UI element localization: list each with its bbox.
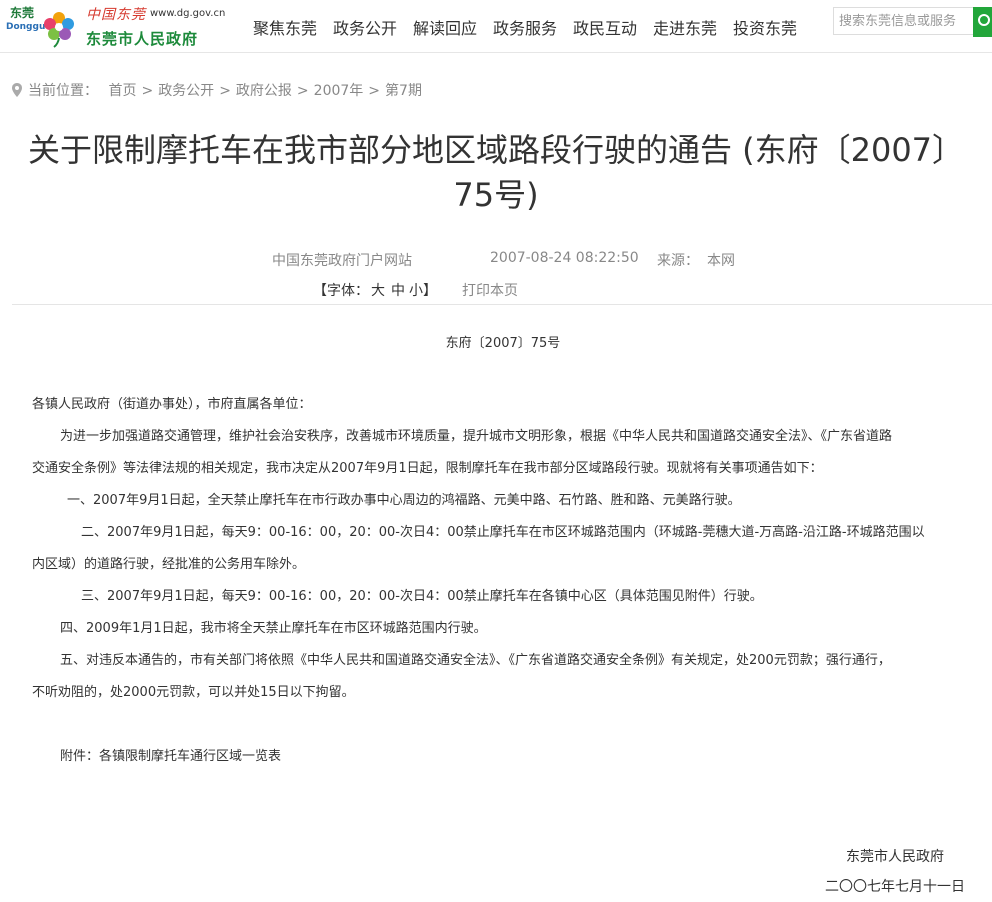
page-title: 关于限制摩托车在我市部分地区域路段行驶的通告 (东府〔2007〕 75号) — [20, 128, 972, 218]
intro-line-2: 交通安全条例》等法律法规的相关规定，我市决定从2007年9月1日起，限制摩托车在… — [32, 461, 823, 476]
site-logo[interactable]: 东莞 Dongguan 中国东莞 www.dg.gov.cn 东莞市人民政府 — [0, 2, 226, 50]
breadcrumb-prefix: 当前位置： — [28, 83, 98, 99]
location-pin-icon — [12, 83, 22, 97]
breadcrumb-separator: > — [296, 83, 309, 99]
article-origin-label: 来源： — [657, 253, 699, 269]
salutation: 各镇人民政府（街道办事处），市府直属各单位： — [32, 397, 312, 412]
breadcrumb-gov-affairs[interactable]: 政务公开 — [158, 80, 214, 100]
breadcrumb: 当前位置： 首页 > 政务公开 > 政府公报 >2007年 > 第7期 — [12, 80, 422, 100]
item-1: 一、2007年9月1日起，全天禁止摩托车在市行政办事中心周边的鸿福路、元美中路、… — [67, 493, 741, 508]
logo-dongguan-cn: 东莞 — [10, 6, 35, 20]
breadcrumb-separator: > — [141, 83, 154, 99]
font-size-label: 【字体： — [313, 283, 369, 299]
signature-org: 东莞市人民政府 — [846, 849, 944, 865]
font-small-button[interactable]: 小 — [409, 280, 423, 300]
item-3: 三、2007年9月1日起，每天9：00-16：00，20：00-次日4：00禁止… — [81, 589, 763, 604]
print-button[interactable]: 打印本页 — [462, 280, 518, 300]
breadcrumb-gazette[interactable]: 政府公报 — [236, 80, 292, 100]
item-4: 四、2009年1月1日起，我市将全天禁止摩托车在市区环城路范围内行驶。 — [60, 621, 487, 636]
document-number: 东府〔2007〕75号 — [445, 336, 561, 351]
signature-date: 二〇〇七年七月十一日 — [825, 879, 965, 895]
attachment-note: 附件：各镇限制摩托车通行区域一览表 — [60, 749, 282, 764]
item-2-line-1: 二、2007年9月1日起，每天9：00-16：00，20：00-次日4：00禁止… — [81, 525, 925, 540]
search-button[interactable] — [973, 7, 992, 37]
article-date: 2007-08-24 08:22:50 — [490, 250, 639, 266]
font-large-button[interactable]: 大 — [371, 280, 385, 300]
item-5-line-2: 不听劝阻的，处2000元罚款，可以并处15日以下拘留。 — [32, 685, 355, 700]
item-5-line-1: 五、对违反本通告的，市有关部门将依照《中华人民共和国道路交通安全法》、《广东省道… — [60, 653, 891, 668]
article-source: 中国东莞政府门户网站 — [272, 253, 412, 269]
flower-logo-icon — [44, 12, 74, 48]
breadcrumb-separator: > — [368, 83, 381, 99]
breadcrumb-year[interactable]: 2007年 — [314, 80, 364, 100]
article-origin: 本网 — [707, 253, 735, 269]
nav-item-invest[interactable]: 投资东莞 — [733, 15, 797, 39]
search-input[interactable] — [833, 7, 973, 35]
font-medium-button[interactable]: 中 — [391, 280, 405, 300]
nav-item-interpretation[interactable]: 解读回应 — [413, 15, 477, 39]
logo-gov-name: 东莞市人民政府 — [86, 30, 199, 48]
nav-item-gov-affairs[interactable]: 政务公开 — [333, 15, 397, 39]
title-line-1: 关于限制摩托车在我市部分地区域路段行驶的通告 (东府〔2007〕 — [27, 131, 965, 169]
font-size-close: 】 — [423, 283, 437, 299]
logo-china-dongguan: 中国东莞 — [86, 7, 146, 23]
breadcrumb-separator: > — [219, 83, 231, 99]
item-2-line-2: 内区域）的道路行驶，经批准的公务用车除外。 — [32, 557, 306, 572]
title-line-2: 75号) — [453, 176, 539, 214]
nav-item-about[interactable]: 走进东莞 — [653, 15, 717, 39]
search-box — [833, 7, 992, 37]
logo-url: www.dg.gov.cn — [150, 8, 226, 19]
nav-item-interaction[interactable]: 政民互动 — [573, 15, 637, 39]
content-divider — [12, 304, 992, 305]
breadcrumb-home[interactable]: 首页 — [108, 80, 136, 100]
nav-item-focus[interactable]: 聚焦东莞 — [253, 15, 317, 39]
breadcrumb-issue[interactable]: 第7期 — [385, 80, 422, 100]
header-divider — [0, 52, 992, 53]
intro-line-1: 为进一步加强道路交通管理，维护社会治安秩序，改善城市环境质量，提升城市文明形象，… — [60, 429, 893, 444]
site-header: 东莞 Dongguan 中国东莞 www.dg.gov.cn 东莞市人民政府 聚… — [0, 0, 992, 52]
search-icon — [978, 14, 990, 26]
nav-item-services[interactable]: 政务服务 — [493, 15, 557, 39]
